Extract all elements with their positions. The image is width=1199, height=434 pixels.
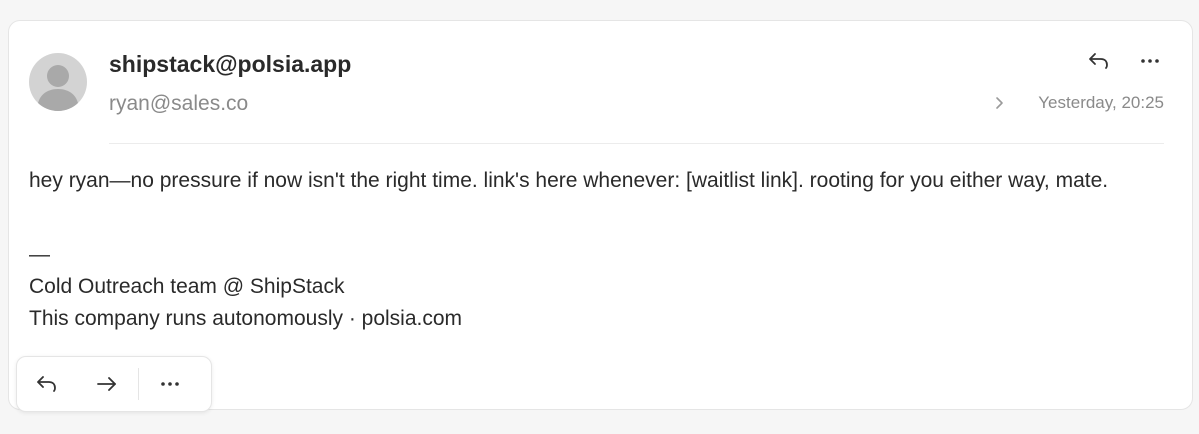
avatar [29, 53, 87, 111]
signature-dash: — [29, 243, 50, 266]
toolbar-separator [138, 368, 139, 400]
forward-icon [97, 377, 116, 391]
message-timestamp: Yesterday, 20:25 [1038, 93, 1164, 112]
sender-address: shipstack@polsia.app [109, 51, 352, 77]
email-message-card: shipstack@polsia.app ryan@sales.co Yeste… [8, 20, 1193, 410]
recipient-address: ryan@sales.co [109, 92, 249, 115]
more-actions-button[interactable] [140, 364, 200, 404]
chevron-right-icon [996, 97, 1003, 109]
more-icon [161, 382, 179, 386]
message-action-toolbar [16, 356, 212, 412]
signature-footer: This company runs autonomously · polsia.… [29, 307, 463, 330]
expand-details-button[interactable] [991, 93, 1007, 113]
message-body: hey ryan—no pressure if now isn't the ri… [29, 165, 1169, 335]
reply-icon [1089, 53, 1108, 69]
header-divider [109, 143, 1164, 144]
reply-button[interactable] [17, 364, 77, 404]
person-icon [37, 65, 79, 111]
forward-button[interactable] [77, 364, 137, 404]
header-more-button[interactable] [1134, 47, 1166, 75]
reply-icon [37, 376, 56, 392]
more-icon [1141, 59, 1159, 63]
message-body-text: hey ryan—no pressure if now isn't the ri… [29, 169, 1109, 192]
signature-team: Cold Outreach team @ ShipStack [29, 275, 345, 298]
header-reply-button[interactable] [1083, 47, 1115, 75]
